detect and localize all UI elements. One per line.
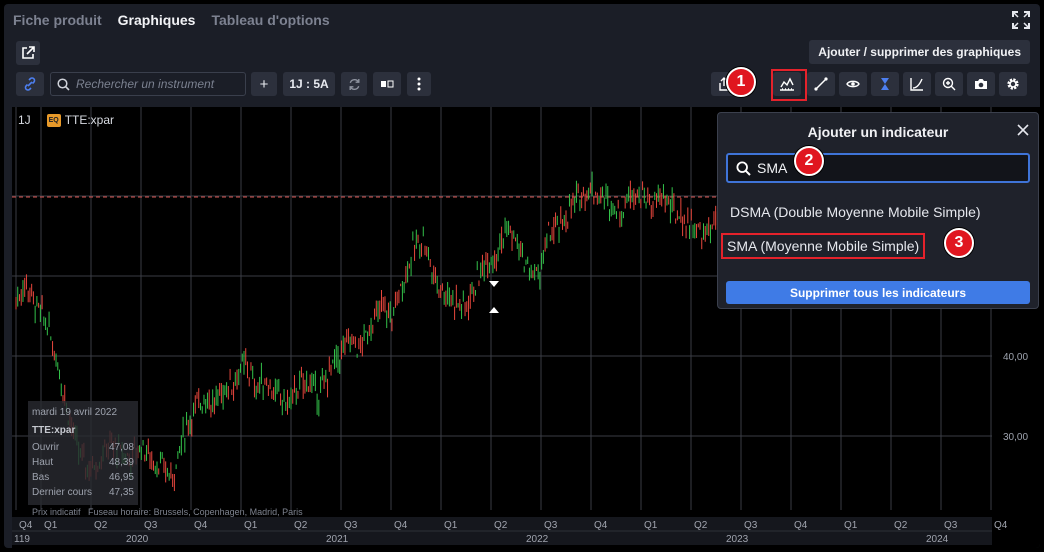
x-axis-quarter: Q2 <box>894 520 908 531</box>
indicators-highlight <box>771 69 807 101</box>
trend-line-icon <box>814 77 828 91</box>
x-axis-quarter: Q3 <box>744 520 758 531</box>
search-icon <box>57 77 70 91</box>
infobox-row: Ouvrir 47,08 <box>32 442 134 453</box>
more-vertical-icon <box>417 77 421 91</box>
x-axis-quarter: Q1 <box>844 520 858 531</box>
instrument-search[interactable] <box>50 72 246 96</box>
refresh-button[interactable] <box>341 72 367 96</box>
zoom-in-icon <box>942 77 956 91</box>
x-axis-quarter: Q3 <box>344 520 358 531</box>
gear-icon <box>1007 78 1019 90</box>
x-axis-quarter: Q2 <box>94 520 108 531</box>
graph-header-row: Ajouter / supprimer des graphiques <box>4 36 1040 70</box>
indicator-item-dsma[interactable]: DSMA (Double Moyenne Mobile Simple) <box>730 204 981 220</box>
x-axis-quarter: Q4 <box>794 520 808 531</box>
x-axis-quarter: Q3 <box>544 520 558 531</box>
top-tabs: Fiche produit Graphiques Tableau d'optio… <box>4 4 1040 36</box>
symbol-name: TTE:xpar <box>64 113 115 127</box>
add-instrument-button[interactable]: + <box>251 72 277 96</box>
x-axis-year: 2021 <box>326 534 349 545</box>
fullscreen-icon[interactable] <box>1012 11 1030 29</box>
x-axis-quarter: Q2 <box>494 520 508 531</box>
add-remove-graphs-button[interactable]: Ajouter / supprimer des graphiques <box>809 40 1030 64</box>
tab-fiche-produit[interactable]: Fiche produit <box>13 12 102 28</box>
infobox-row: Bas 46,95 <box>32 472 134 483</box>
x-axis-quarter: Q4 <box>994 520 1008 531</box>
chart-symbol-label: 1J EQ TTE:xpar <box>18 113 114 127</box>
interval-label: 1J <box>18 113 31 127</box>
tab-graphiques[interactable]: Graphiques <box>118 12 196 28</box>
camera-icon <box>975 79 987 89</box>
hourglass-icon <box>881 78 889 90</box>
x-axis-quarter: Q2 <box>294 520 308 531</box>
x-axis-year: 2023 <box>726 534 749 545</box>
crosshair-button[interactable] <box>871 72 899 96</box>
x-axis-quarter: Q1 <box>644 520 658 531</box>
y-axis-label: 30,00 <box>1003 432 1029 443</box>
eye-icon <box>846 80 860 88</box>
x-axis-quarter: Q2 <box>694 520 708 531</box>
x-axis-quarter: Q3 <box>144 520 158 531</box>
x-axis-quarter: Q1 <box>444 520 458 531</box>
curve-button[interactable] <box>903 72 931 96</box>
settings-button[interactable] <box>999 72 1027 96</box>
tab-options[interactable]: Tableau d'options <box>211 12 329 28</box>
x-axis-year: 2024 <box>926 534 949 545</box>
external-link-icon <box>22 46 35 59</box>
link-button[interactable] <box>16 72 44 96</box>
infobox-row: Haut 48,39 <box>32 457 134 468</box>
x-axis-year: 2022 <box>526 534 549 545</box>
delete-all-indicators-button[interactable]: Supprimer tous les indicateurs <box>726 281 1030 304</box>
x-axis-year: 2020 <box>126 534 149 545</box>
step-marker-3: 3 <box>944 228 974 258</box>
zoom-button[interactable] <box>935 72 963 96</box>
link-icon <box>24 77 36 91</box>
x-axis-quarter: Q4 <box>594 520 608 531</box>
indicator-search[interactable] <box>726 153 1030 183</box>
chart-type-button[interactable] <box>373 72 401 96</box>
search-icon <box>736 160 751 176</box>
x-axis-quarter: Q4 <box>19 520 33 531</box>
app-frame: Fiche produit Graphiques Tableau d'optio… <box>4 4 1040 548</box>
step-marker-1: 1 <box>726 67 756 97</box>
indicator-item-sma[interactable]: SMA (Moyenne Mobile Simple) <box>721 233 926 259</box>
x-axis-quarter: Q1 <box>44 520 58 531</box>
y-axis-label: 40,00 <box>1003 352 1029 363</box>
open-external-button[interactable] <box>16 41 40 65</box>
x-axis-quarter: Q4 <box>194 520 208 531</box>
infobox-row: Dernier cours 47,35 <box>32 487 134 498</box>
x-axis-quarter: Q3 <box>944 520 958 531</box>
x-axis-quarter: Q4 <box>394 520 408 531</box>
step-marker-2: 2 <box>794 146 824 176</box>
x-axis-year: 119 <box>14 534 30 545</box>
close-icon[interactable] <box>1016 123 1030 137</box>
panel-title: Ajouter un indicateur <box>807 124 949 140</box>
chart-type-icon <box>381 80 394 88</box>
chart-toolbar: + 1J : 5A <box>4 72 1040 98</box>
more-options-button[interactable] <box>407 72 431 96</box>
infobox-date: mardi 19 avril 2022 <box>32 407 118 418</box>
curve-icon <box>910 78 923 91</box>
x-axis-quarter: Q1 <box>244 520 258 531</box>
screenshot-button[interactable] <box>967 72 995 96</box>
ohlc-infobox: mardi 19 avril 2022 TTE:xpar Ouvrir 47,08… <box>28 401 138 505</box>
equity-badge: EQ <box>46 113 61 127</box>
add-indicator-panel: Ajouter un indicateur DSMA (Double Moyen… <box>717 112 1039 309</box>
period-button[interactable]: 1J : 5A <box>283 72 335 96</box>
refresh-icon <box>349 78 359 90</box>
chart-footnote: Prix indicatif Fuseau horaire: Brussels,… <box>32 507 303 517</box>
visibility-button[interactable] <box>839 72 867 96</box>
instrument-search-input[interactable] <box>76 77 236 91</box>
infobox-symbol: TTE:xpar <box>32 425 76 436</box>
draw-line-button[interactable] <box>807 72 835 96</box>
